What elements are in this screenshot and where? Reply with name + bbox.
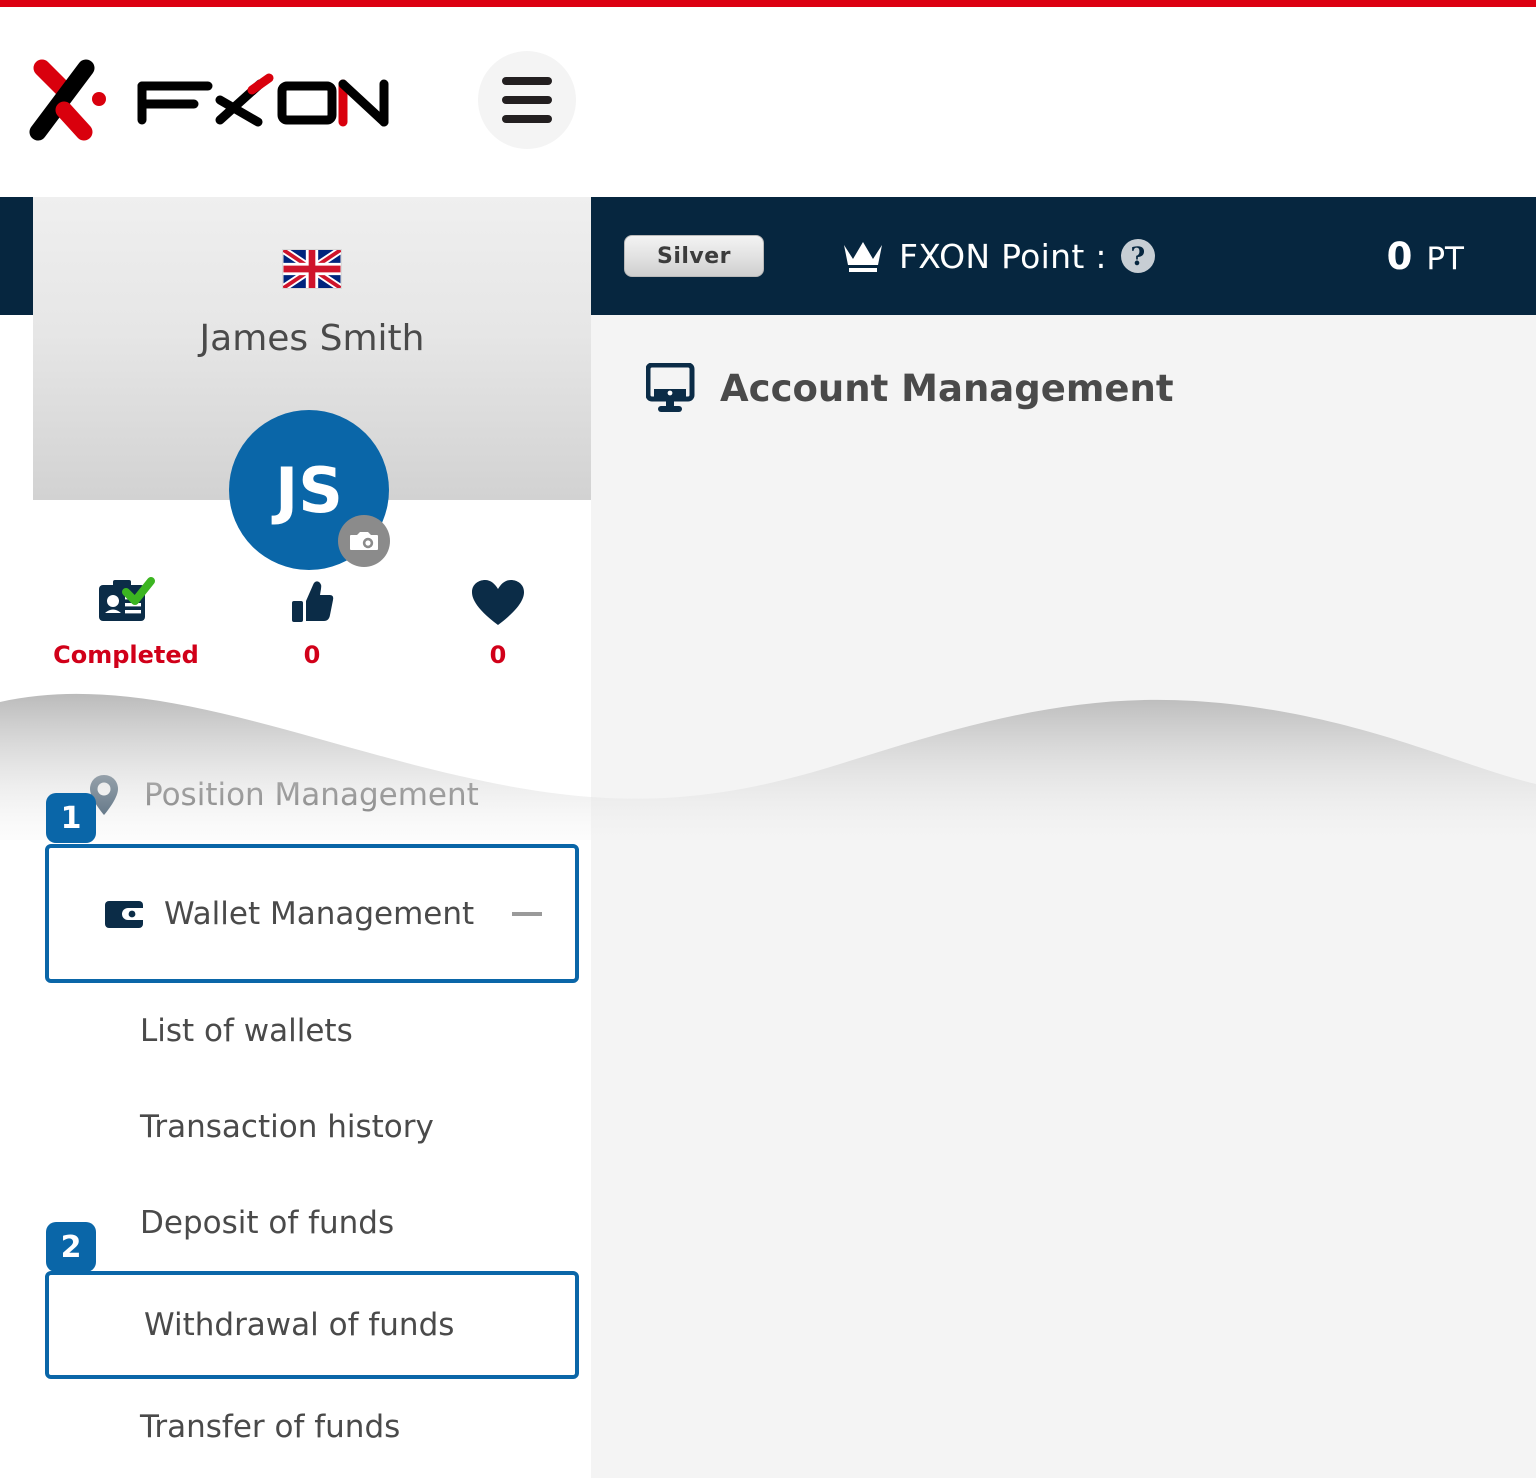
help-icon[interactable]: ?	[1120, 239, 1155, 273]
crown-icon	[844, 242, 882, 272]
profile-stats: Completed 0 0	[33, 577, 591, 669]
sidebar-subitem-label: List of wallets	[140, 1013, 353, 1049]
brand-logo[interactable]	[26, 55, 406, 145]
hamburger-bar	[502, 77, 552, 85]
sidebar-subitem-transfer-of-funds[interactable]: Transfer of funds	[33, 1379, 591, 1475]
points-topbar: Silver FXON Point : ? 0 PT	[591, 197, 1536, 315]
sidebar-subitem-transaction-history[interactable]: Transaction history	[33, 1079, 591, 1175]
step-badge-1: 1	[46, 793, 96, 843]
sidebar-subitem-label: Transfer of funds	[140, 1409, 401, 1445]
stat-likes[interactable]: 0	[219, 577, 405, 669]
stat-label: Completed	[53, 641, 199, 669]
sidebar-subitem-label: Deposit of funds	[140, 1205, 395, 1241]
point-unit: PT	[1426, 240, 1464, 277]
app-root: Silver FXON Point : ? 0 PT Account Manag…	[0, 0, 1536, 1478]
hamburger-menu-button[interactable]	[478, 51, 576, 149]
sidebar: James Smith JS Completed 0 0 Position Ma…	[33, 197, 591, 1478]
sidebar-subitem-withdrawal-of-funds[interactable]: Withdrawal of funds	[45, 1271, 579, 1379]
fxon-point-group: FXON Point : ?	[841, 237, 1155, 276]
heart-icon	[470, 577, 526, 627]
top-accent-bar	[0, 0, 1536, 7]
point-balance: 0 PT	[1387, 235, 1464, 278]
sidebar-subitem-label: Withdrawal of funds	[144, 1307, 455, 1343]
wallet-icon	[104, 898, 148, 930]
sidebar-item-wallet-management[interactable]: Wallet Management	[45, 844, 579, 983]
fxon-x-mark-icon	[29, 59, 106, 141]
page-header: Account Management	[646, 363, 1174, 413]
sidebar-subitem-list-of-wallets[interactable]: List of wallets	[33, 983, 591, 1079]
stat-verification[interactable]: Completed	[33, 577, 219, 669]
united-kingdom-flag-icon[interactable]	[282, 249, 342, 289]
fxon-point-label: FXON Point :	[899, 236, 1107, 276]
monitor-icon	[646, 363, 695, 412]
stat-favorites[interactable]: 0	[405, 577, 591, 669]
collapse-minus-icon[interactable]	[512, 911, 542, 916]
navy-left-strip	[0, 197, 33, 315]
hamburger-bar	[502, 96, 552, 104]
stat-label: 0	[489, 641, 507, 669]
sidebar-menu: Position Management Wallet Management Li…	[33, 746, 591, 1475]
hamburger-bar	[502, 115, 552, 123]
camera-glyph-icon	[350, 532, 378, 550]
id-card-verified-icon	[95, 577, 157, 627]
sidebar-subitem-label: Transaction history	[140, 1109, 434, 1145]
main-lower-background	[591, 780, 1536, 1478]
thumbs-up-icon	[287, 577, 337, 627]
step-badge-2: 2	[46, 1222, 96, 1272]
stat-label: 0	[303, 641, 321, 669]
user-name: James Smith	[199, 318, 425, 359]
sidebar-item-label: Position Management	[144, 777, 479, 813]
app-header	[0, 7, 1536, 197]
page-title: Account Management	[720, 366, 1174, 410]
point-value: 0	[1386, 234, 1413, 278]
fxon-wordmark-icon	[137, 73, 389, 127]
camera-icon[interactable]	[338, 515, 390, 567]
sidebar-subitem-deposit-of-funds[interactable]: Deposit of funds	[33, 1175, 591, 1271]
sidebar-item-label: Wallet Management	[164, 895, 475, 932]
sidebar-item-position-management[interactable]: Position Management	[33, 746, 591, 844]
rank-badge[interactable]: Silver	[624, 235, 764, 277]
